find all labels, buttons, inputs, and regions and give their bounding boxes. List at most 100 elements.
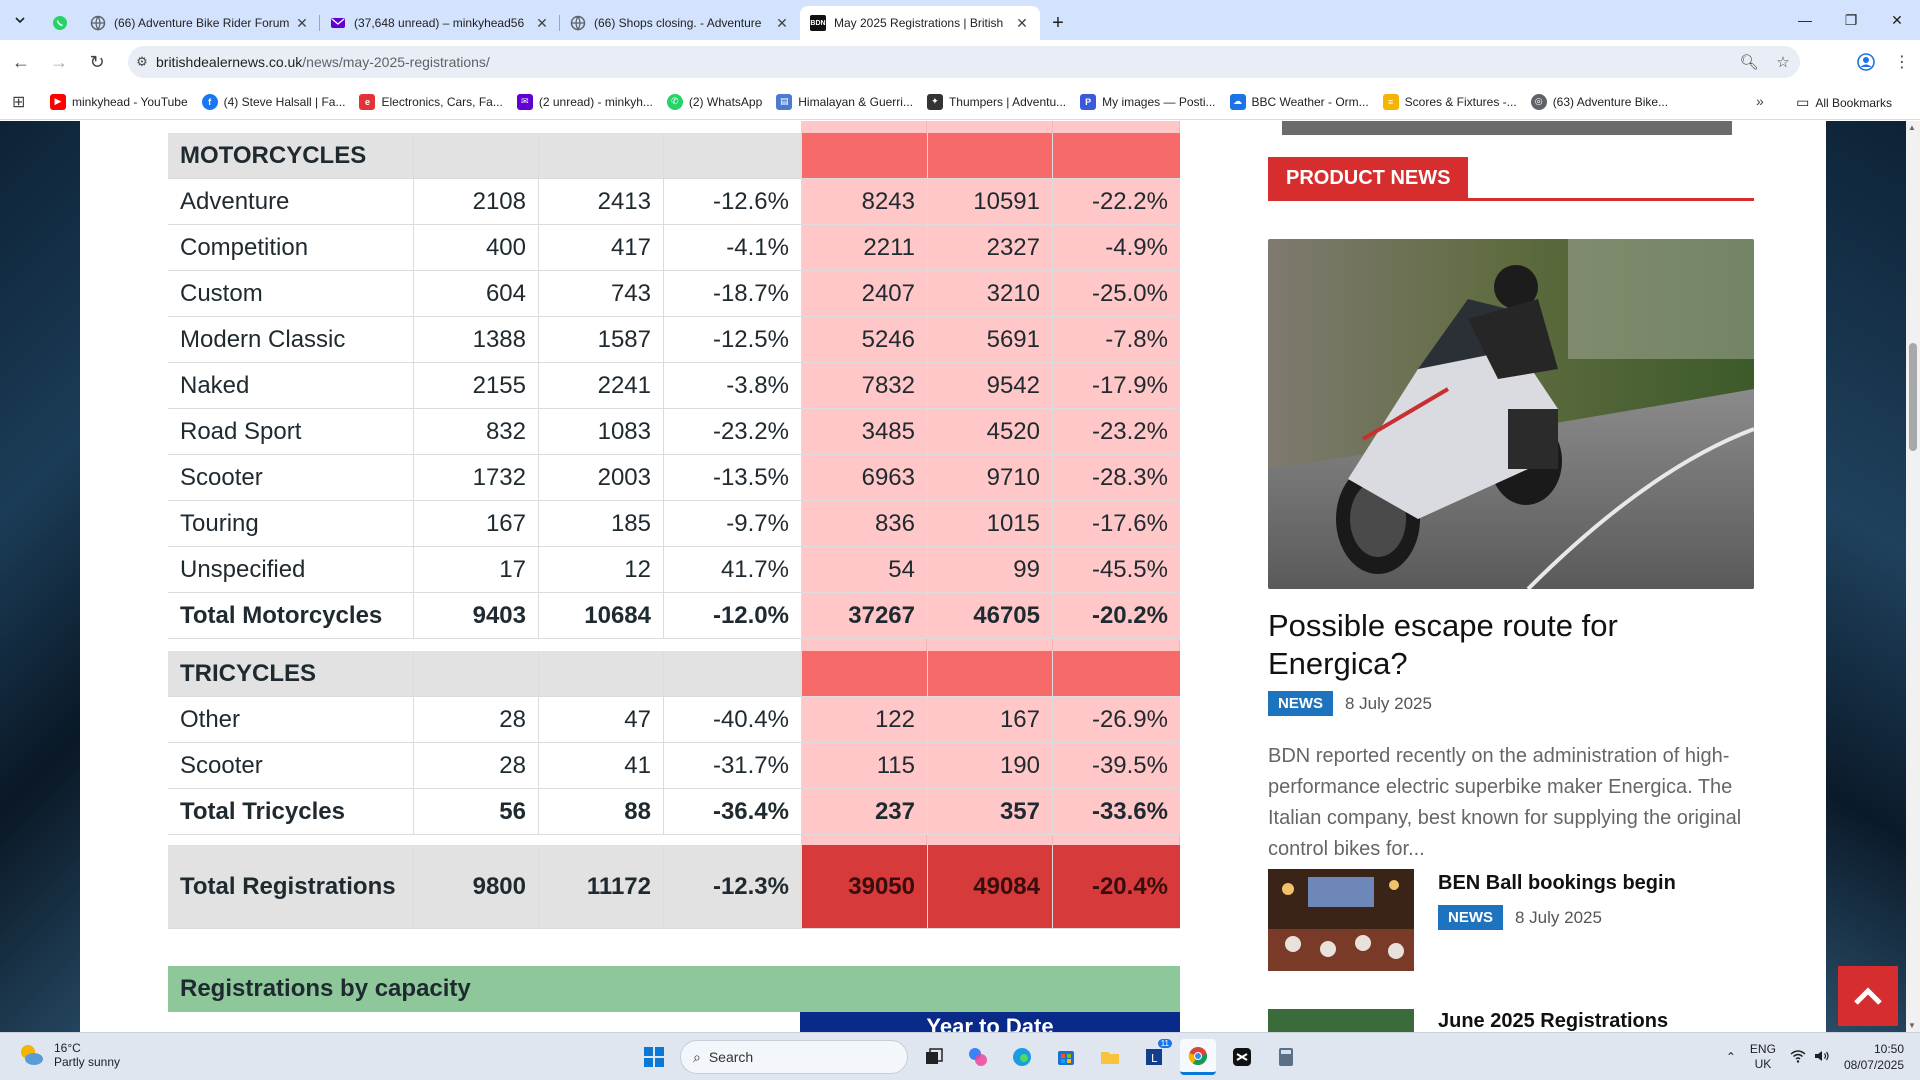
wifi-icon[interactable] [1790,1049,1806,1066]
page-scrollbar[interactable]: ▲ ▼ [1906,121,1920,1032]
bookmark-thumpers[interactable]: ✦ Thumpers | Adventu... [926,93,1066,110]
cell: -31.7% [664,743,802,788]
scores-icon: ≡ [1382,93,1399,110]
cell: -4.1% [664,225,802,270]
scroll-up-icon[interactable]: ▲ [1908,123,1916,132]
address-bar[interactable]: ⚙ britishdealernews.co.uk/news/may-2025-… [128,46,1800,78]
whatsapp-icon: ✆ [666,93,683,110]
cell: 9542 [928,363,1053,408]
cell: -17.6% [1053,501,1180,546]
thumpers-icon: ✦ [926,93,943,110]
window-controls: — ❐ ✕ [1782,0,1920,40]
system-clock[interactable]: 10:50 08/07/2025 [1844,1041,1904,1073]
calculator-icon[interactable] [1268,1039,1304,1075]
previous-article-image[interactable] [1282,121,1732,135]
bookmark-ebay[interactable]: e Electronics, Cars, Fa... [359,93,503,110]
tab-yahoo-mail[interactable]: (37,648 unread) – minkyhead56 ✕ [320,6,560,40]
back-to-top-button[interactable] [1838,966,1898,1026]
cell: 2241 [539,363,664,408]
bookmark-adventure-bike[interactable]: ◎ (63) Adventure Bike... [1530,93,1668,110]
featured-article-title[interactable]: Possible escape route for Energica? [1268,607,1754,683]
restore-icon[interactable]: ❐ [1828,0,1874,40]
bookmark-bbc-weather[interactable]: ☁ BBC Weather - Orm... [1229,93,1369,110]
bookmark-facebook[interactable]: f (4) Steve Halsall | Fa... [201,93,345,110]
edge-icon[interactable] [1004,1039,1040,1075]
close-icon[interactable]: ✕ [1014,15,1030,32]
featured-article-image[interactable] [1268,239,1754,589]
cell: -25.0% [1053,271,1180,316]
cell: 357 [928,789,1053,834]
new-tab-button[interactable]: + [1040,6,1076,40]
star-icon[interactable]: ☆ [1766,53,1800,71]
microsoft-store-icon[interactable] [1048,1039,1084,1075]
more-bookmarks-icon[interactable]: » [1756,93,1764,109]
taskbar-search[interactable]: ⌕ Search [680,1040,908,1074]
june-registrations-thumbnail[interactable] [1268,1009,1414,1032]
task-view-icon[interactable] [916,1039,952,1075]
language-indicator[interactable]: ENG UK [1750,1042,1776,1072]
tab-shops-closing[interactable]: (66) Shops closing. - Adventure ✕ [560,6,800,40]
close-icon[interactable]: ✕ [294,15,310,32]
bookmark-youtube[interactable]: ▶ minkyhead - YouTube [50,93,188,110]
windows-start-icon[interactable] [636,1039,672,1075]
zoom-icon[interactable]: 🔍︎ [1732,53,1766,71]
background-motorcycle-image-right [1826,121,1906,1032]
scrollbar-thumb[interactable] [1909,343,1917,451]
tab-may-registrations[interactable]: BDN May 2025 Registrations | British ✕ [800,6,1040,40]
all-bookmarks[interactable]: ▭ All Bookmarks [1796,94,1892,111]
cell: -9.7% [664,501,802,546]
cell: -39.5% [1053,743,1180,788]
event-photo [1268,869,1414,971]
ben-ball-thumbnail[interactable] [1268,869,1414,971]
close-window-icon[interactable]: ✕ [1874,0,1920,40]
news-badge[interactable]: NEWS [1268,691,1333,716]
news-badge[interactable]: NEWS [1438,905,1503,930]
menu-icon[interactable]: ⋮ [1884,46,1920,78]
file-explorer-icon[interactable] [1092,1039,1128,1075]
profile-icon[interactable] [1848,46,1884,78]
cell: -26.9% [1053,697,1180,742]
cell: 836 [802,501,928,546]
minimize-icon[interactable]: — [1782,0,1828,40]
reload-icon[interactable]: ↻ [80,45,114,79]
postimages-icon: P [1080,93,1097,110]
close-icon[interactable]: ✕ [534,15,550,32]
june-registrations-title[interactable]: June 2025 Registrations [1438,1010,1668,1032]
copilot-icon[interactable] [960,1039,996,1075]
bookmark-whatsapp[interactable]: ✆ (2) WhatsApp [666,93,762,110]
bookmark-yahoo[interactable]: ✉ (2 unread) - minkyh... [516,93,653,110]
capcut-icon[interactable] [1224,1039,1260,1075]
apps-grid-icon[interactable]: ⊞ [12,92,36,112]
partly-sunny-icon [21,1045,43,1065]
close-icon[interactable]: ✕ [774,15,790,32]
tab-adventure-forum[interactable]: (66) Adventure Bike Rider Forum ✕ [80,6,320,40]
mail-icon[interactable]: L 11 [1136,1039,1172,1075]
cell: 1083 [539,409,664,454]
weather-condition: Partly sunny [54,1055,121,1069]
section-title: TRICYCLES [168,651,414,696]
cell: 88 [539,789,664,834]
table-row: Scooter 1732 2003 -13.5% 6963 9710 -28.3% [168,455,1180,501]
ben-ball-title[interactable]: BEN Ball bookings begin [1438,872,1676,895]
back-icon[interactable]: ← [4,45,38,79]
cell: 10591 [928,179,1053,224]
table-row: Competition 400 417 -4.1% 2211 2327 -4.9% [168,225,1180,271]
scroll-down-icon[interactable]: ▼ [1908,1021,1916,1030]
bookmark-scores[interactable]: ≡ Scores & Fixtures -... [1382,93,1517,110]
row-label: Custom [168,271,414,316]
volume-icon[interactable] [1814,1049,1830,1066]
chrome-icon[interactable] [1180,1039,1216,1075]
motorcycle-rider-photo [1268,239,1754,589]
pinned-tab-whatsapp[interactable] [40,6,80,40]
show-hidden-icons[interactable]: ⌃ [1726,1050,1736,1064]
bookmark-himalayan[interactable]: ▤ Himalayan & Guerri... [776,93,913,110]
cell: 9403 [414,593,539,638]
tab-search-button[interactable] [0,0,40,40]
bookmark-postimages[interactable]: P My images — Posti... [1080,93,1216,110]
cell: 39050 [802,845,928,928]
svg-text:L: L [1151,1052,1158,1065]
forward-icon[interactable]: → [42,45,76,79]
weather-widget[interactable]: 16°C Partly sunny [18,1041,120,1069]
url-text[interactable]: britishdealernews.co.uk/news/may-2025-re… [156,54,1732,70]
site-info-icon[interactable]: ⚙ [128,54,156,70]
